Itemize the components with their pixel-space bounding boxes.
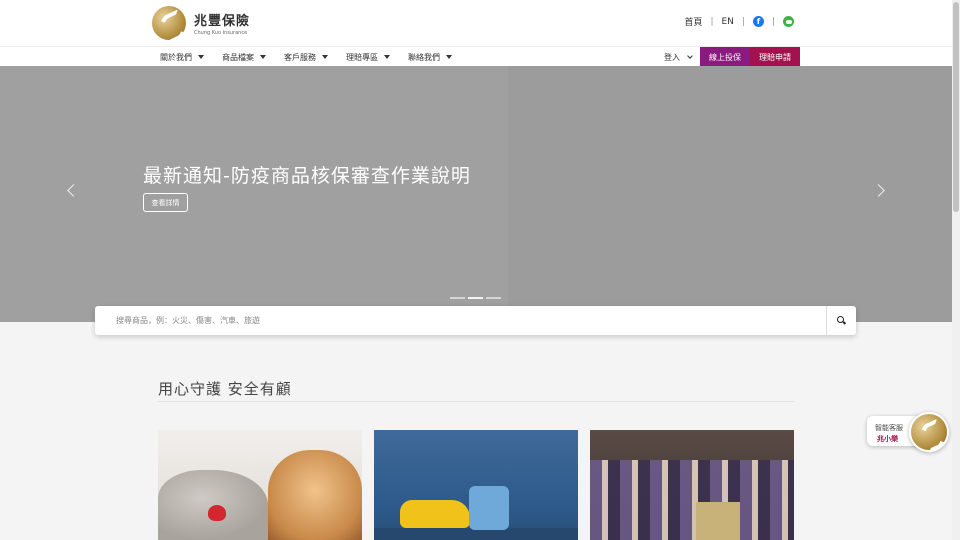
company-flag-image	[696, 502, 740, 540]
logo-english-text: Chung Kuo Insurance	[194, 30, 248, 36]
caret-down-icon	[446, 55, 452, 59]
claim-apply-button[interactable]: 理賠申請	[750, 47, 800, 67]
nav-contact-us[interactable]: 聯絡我們	[408, 52, 452, 63]
chevron-down-icon	[687, 52, 693, 59]
divider: |	[771, 16, 775, 27]
caret-down-icon	[260, 55, 266, 59]
promo-card-travel[interactable]	[374, 430, 578, 540]
chat-label: 智能客服	[875, 424, 903, 432]
hero-details-button[interactable]: 查看詳情	[143, 193, 188, 212]
page: 兆豐保險 Chung Kuo Insurance 首頁 | EN | f | 關…	[0, 0, 960, 540]
luggage-image	[469, 486, 509, 530]
online-insure-button[interactable]: 線上投保	[700, 47, 750, 67]
top-header: 兆豐保險 Chung Kuo Insurance 首頁 | EN | f |	[0, 0, 952, 46]
section-divider	[158, 401, 794, 402]
facebook-icon[interactable]: f	[752, 16, 764, 27]
search-bar	[95, 306, 856, 335]
carousel-dot-2[interactable]	[468, 297, 483, 299]
top-links: 首頁 | EN | f |	[684, 15, 794, 28]
divider: |	[710, 16, 714, 27]
search-button[interactable]	[826, 306, 856, 335]
main-navigation: 關於我們 商品檔案 客戶服務 理賠專區 聯絡我們 登入 線上投保 理賠申請	[0, 46, 952, 67]
carousel-dot-3[interactable]	[486, 297, 501, 299]
toy-car-image	[400, 500, 470, 528]
promo-card-pets[interactable]	[158, 430, 362, 540]
nav-customer-service[interactable]: 客戶服務	[284, 52, 328, 63]
carousel-next-icon[interactable]	[872, 184, 885, 197]
promo-card-team[interactable]	[590, 430, 794, 540]
heart-image	[208, 505, 226, 521]
group-photo-image	[590, 460, 794, 540]
login-dropdown[interactable]: 登入	[664, 47, 693, 67]
hero-title: 最新通知-防疫商品核保審查作業說明	[143, 165, 471, 187]
carousel-dot-1[interactable]	[450, 297, 465, 299]
caret-down-icon	[384, 55, 390, 59]
divider: |	[741, 16, 745, 27]
nav-products[interactable]: 商品檔案	[222, 52, 266, 63]
logo[interactable]: 兆豐保險 Chung Kuo Insurance	[152, 6, 250, 40]
search-icon	[837, 316, 846, 325]
logo-chinese-text: 兆豐保險	[194, 14, 251, 29]
home-link[interactable]: 首頁	[684, 15, 702, 28]
line-icon[interactable]	[783, 16, 794, 27]
nav-claims[interactable]: 理賠專區	[346, 52, 390, 63]
carousel-indicators	[450, 297, 504, 299]
section-title: 用心守護 安全有顧	[158, 380, 292, 398]
page-scrollbar[interactable]	[952, 0, 960, 540]
chat-widget[interactable]: 智能客服 兆小樂	[867, 412, 949, 452]
logo-mark-icon	[152, 6, 186, 40]
nav-about-us[interactable]: 關於我們	[160, 52, 204, 63]
search-input[interactable]	[95, 306, 825, 335]
caret-down-icon	[322, 55, 328, 59]
chat-avatar-icon[interactable]	[909, 412, 949, 452]
caret-down-icon	[198, 55, 204, 59]
chat-bot-name: 兆小樂	[877, 435, 898, 443]
dog-image	[268, 450, 362, 540]
language-en-link[interactable]: EN	[721, 17, 733, 27]
hero-carousel: 最新通知-防疫商品核保審查作業說明 查看詳情	[0, 66, 952, 322]
scrollbar-thumb[interactable]	[953, 2, 959, 212]
